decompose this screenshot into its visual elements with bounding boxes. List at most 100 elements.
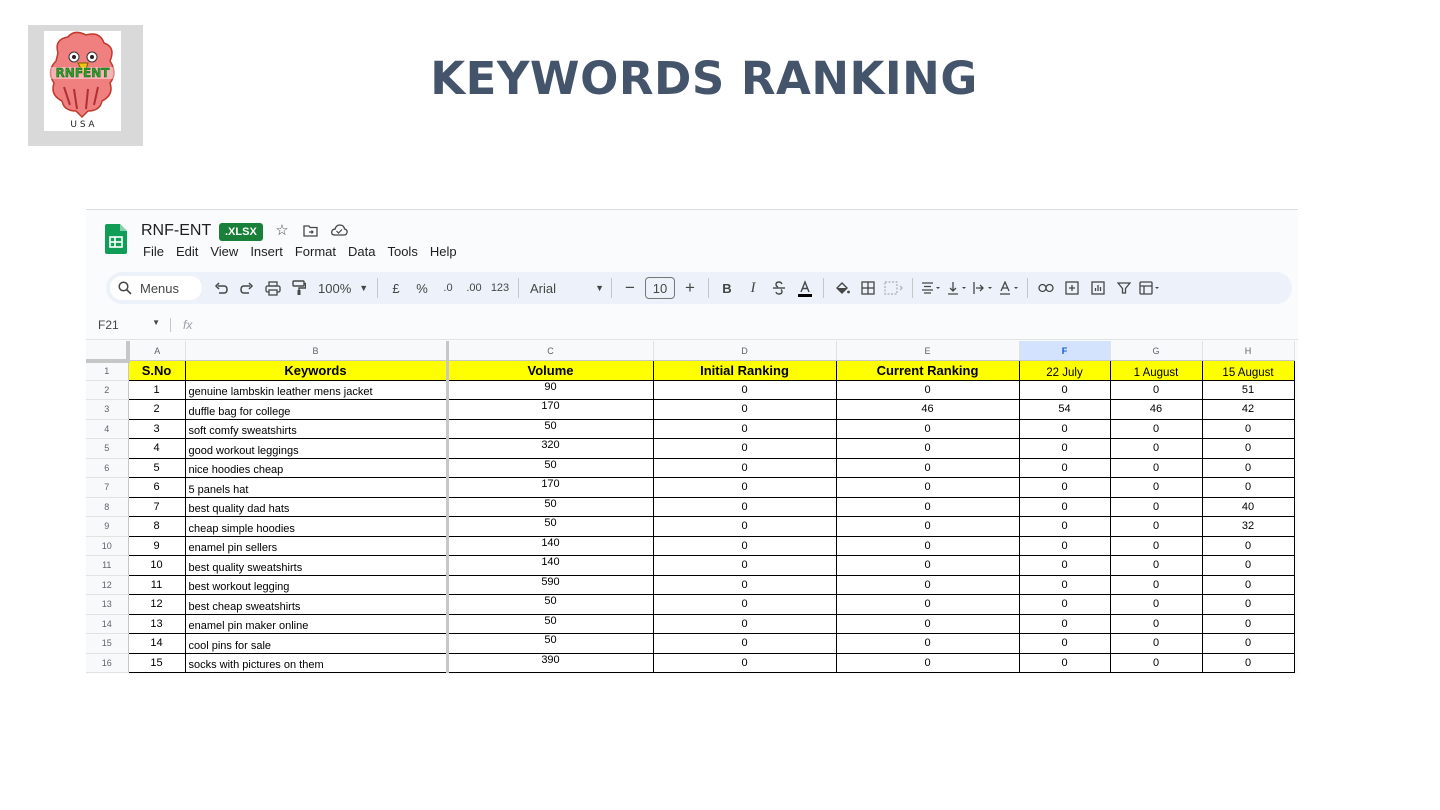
cell-22-july[interactable]: 0 — [1018, 477, 1111, 498]
cell-22-july[interactable]: 0 — [1018, 535, 1111, 556]
cell-keyword[interactable]: best cheap sweatshirts — [184, 594, 448, 615]
cell-1-august[interactable]: 0 — [1109, 652, 1203, 673]
cell-initial-ranking[interactable]: 0 — [652, 594, 837, 615]
row-number[interactable]: 10 — [86, 536, 129, 556]
cell-15-august[interactable]: 0 — [1201, 438, 1295, 459]
text-color-icon[interactable] — [794, 276, 816, 300]
cell-15-august[interactable]: 42 — [1201, 399, 1295, 420]
cell-15-august[interactable]: 0 — [1201, 457, 1295, 478]
insert-link-icon[interactable] — [1035, 276, 1057, 300]
cell-volume[interactable]: 90 — [445, 379, 654, 400]
cell-keyword[interactable]: best quality sweatshirts — [184, 555, 448, 576]
cell-sno[interactable]: 14 — [127, 633, 186, 654]
cell-volume[interactable]: 50 — [445, 633, 654, 654]
cell-22-july[interactable]: 0 — [1018, 438, 1111, 459]
cell-keyword[interactable]: enamel pin maker online — [184, 613, 448, 634]
cell-initial-ranking[interactable]: 0 — [652, 652, 837, 673]
cell-22-july[interactable]: 0 — [1018, 496, 1111, 517]
cell-keyword[interactable]: best workout legging — [184, 574, 448, 595]
cell-keyword[interactable]: duffle bag for college — [184, 399, 448, 420]
cell-1-august[interactable]: 0 — [1109, 535, 1203, 556]
cell-22-july[interactable]: 0 — [1018, 613, 1111, 634]
cell-current-ranking[interactable]: 0 — [835, 574, 1020, 595]
cell-sno[interactable]: 10 — [127, 555, 186, 576]
number-format-button[interactable]: 123 — [489, 276, 511, 300]
column-header-d[interactable]: D — [653, 341, 837, 361]
header-cell-22-july[interactable]: 22 July — [1018, 360, 1111, 381]
paint-format-icon[interactable] — [288, 276, 310, 300]
text-wrapping-icon[interactable] — [972, 276, 994, 300]
cell-15-august[interactable]: 0 — [1201, 555, 1295, 576]
currency-button[interactable]: £ — [385, 276, 407, 300]
cell-keyword[interactable]: good workout leggings — [184, 438, 448, 459]
cloud-status-icon[interactable] — [330, 221, 348, 239]
cell-15-august[interactable]: 0 — [1201, 418, 1295, 439]
header-cell-sno[interactable]: S.No — [127, 360, 186, 381]
cell-1-august[interactable]: 0 — [1109, 496, 1203, 517]
cell-15-august[interactable]: 0 — [1201, 652, 1295, 673]
cell-15-august[interactable]: 51 — [1201, 379, 1295, 400]
name-box[interactable]: F21 ▼ — [86, 318, 170, 332]
header-cell-volume[interactable]: Volume — [445, 360, 654, 381]
cell-sno[interactable]: 4 — [127, 438, 186, 459]
cell-15-august[interactable]: 0 — [1201, 594, 1295, 615]
header-cell-15-august[interactable]: 15 August — [1201, 360, 1295, 381]
select-all-corner[interactable] — [86, 341, 130, 363]
cell-15-august[interactable]: 0 — [1201, 613, 1295, 634]
document-title[interactable]: RNF-ENT — [141, 222, 211, 240]
cell-current-ranking[interactable]: 0 — [835, 418, 1020, 439]
redo-icon[interactable] — [236, 276, 258, 300]
cell-initial-ranking[interactable]: 0 — [652, 379, 837, 400]
font-family-select[interactable]: Arial ▼ — [526, 276, 604, 300]
cell-sno[interactable]: 11 — [127, 574, 186, 595]
cell-volume[interactable]: 390 — [445, 652, 654, 673]
cell-sno[interactable]: 12 — [127, 594, 186, 615]
column-header-e[interactable]: E — [836, 341, 1020, 361]
text-rotation-icon[interactable] — [998, 276, 1020, 300]
cell-22-july[interactable]: 0 — [1018, 574, 1111, 595]
cell-22-july[interactable]: 0 — [1018, 555, 1111, 576]
cell-current-ranking[interactable]: 0 — [835, 379, 1020, 400]
cell-1-august[interactable]: 0 — [1109, 594, 1203, 615]
cell-1-august[interactable]: 0 — [1109, 457, 1203, 478]
cell-22-july[interactable]: 0 — [1018, 418, 1111, 439]
move-folder-icon[interactable] — [301, 221, 319, 239]
search-menus-button[interactable]: Menus — [110, 276, 202, 300]
cell-sno[interactable]: 5 — [127, 457, 186, 478]
cell-initial-ranking[interactable]: 0 — [652, 516, 837, 537]
header-cell-keyword[interactable]: Keywords — [184, 360, 448, 381]
cell-volume[interactable]: 170 — [445, 399, 654, 420]
insert-comment-icon[interactable] — [1061, 276, 1083, 300]
cell-1-august[interactable]: 0 — [1109, 516, 1203, 537]
cell-keyword[interactable]: enamel pin sellers — [184, 535, 448, 556]
cell-1-august[interactable]: 46 — [1109, 399, 1203, 420]
borders-icon[interactable] — [857, 276, 879, 300]
cell-initial-ranking[interactable]: 0 — [652, 633, 837, 654]
cell-current-ranking[interactable]: 0 — [835, 438, 1020, 459]
cell-keyword[interactable]: genuine lambskin leather mens jacket — [184, 379, 448, 400]
cell-volume[interactable]: 320 — [445, 438, 654, 459]
cell-initial-ranking[interactable]: 0 — [652, 574, 837, 595]
column-header-c[interactable]: C — [445, 341, 654, 361]
cell-sno[interactable]: 15 — [127, 652, 186, 673]
row-number[interactable]: 8 — [86, 497, 129, 517]
horizontal-align-icon[interactable] — [920, 276, 942, 300]
cell-22-july[interactable]: 0 — [1018, 379, 1111, 400]
cell-current-ranking[interactable]: 0 — [835, 477, 1020, 498]
cell-15-august[interactable]: 0 — [1201, 535, 1295, 556]
column-header-a[interactable]: A — [128, 341, 186, 361]
cell-initial-ranking[interactable]: 0 — [652, 399, 837, 420]
cell-volume[interactable]: 50 — [445, 516, 654, 537]
cell-15-august[interactable]: 0 — [1201, 574, 1295, 595]
cell-volume[interactable]: 170 — [445, 477, 654, 498]
cell-sno[interactable]: 13 — [127, 613, 186, 634]
strikethrough-icon[interactable] — [768, 276, 790, 300]
font-size-input[interactable]: 10 — [645, 277, 675, 299]
row-number[interactable]: 16 — [86, 653, 129, 673]
header-cell-initial-ranking[interactable]: Initial Ranking — [652, 360, 837, 381]
cell-15-august[interactable]: 0 — [1201, 477, 1295, 498]
row-number[interactable]: 12 — [86, 575, 129, 595]
cell-15-august[interactable]: 0 — [1201, 633, 1295, 654]
cell-1-august[interactable]: 0 — [1109, 633, 1203, 654]
cell-volume[interactable]: 50 — [445, 613, 654, 634]
